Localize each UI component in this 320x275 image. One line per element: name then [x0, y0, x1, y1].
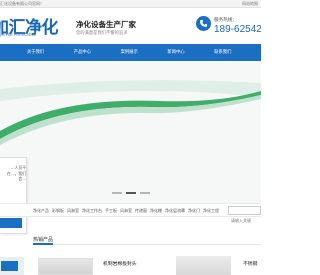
slogan-subtitle: 您的满意是我们不懈的追求 [76, 31, 128, 36]
hot-keyword[interactable]: 净化门 [188, 208, 200, 214]
hot-keyword[interactable]: 净化工作台 [82, 208, 102, 214]
hero-banner[interactable] [0, 61, 261, 203]
section-divider [33, 244, 261, 245]
hotline-number: 189-625429 [214, 24, 261, 35]
top-bar: 汇化设备有限公司官网！ 网站地图 [0, 0, 261, 8]
product-image[interactable] [38, 258, 93, 275]
search-box [228, 206, 261, 224]
hot-keyword[interactable]: 传递窗 [135, 208, 147, 214]
banner-pagination [112, 192, 150, 194]
nav-item-contact[interactable]: 联系我们 [214, 44, 261, 61]
banner-graphic [0, 80, 261, 145]
hotline-label: 服务热线： [214, 18, 237, 23]
section-title: 热销产品 [33, 237, 54, 243]
slogan-title: 净化设备生产厂家 [76, 20, 136, 29]
banner-dot-active[interactable] [126, 192, 136, 194]
nav-item-cases[interactable]: 案例展示 [121, 44, 168, 61]
hot-keyword[interactable]: 手工板 [105, 208, 117, 214]
banner-dot[interactable] [140, 192, 150, 194]
product-name[interactable]: 机制岩棉板封头 [103, 260, 137, 267]
hot-keyword[interactable]: 风淋室 [67, 208, 79, 214]
service-button[interactable] [0, 218, 22, 228]
header: 加汇净化 Jia Hui Purification 净化设备生产厂家 您的满意是… [0, 8, 261, 44]
nav-item-products[interactable]: 产品中心 [74, 44, 121, 61]
search-input[interactable] [229, 217, 260, 224]
service-message: …人员不在…，我们会… [7, 165, 26, 181]
hot-keyword[interactable]: 彩钢板 [52, 208, 64, 214]
main-nav: 关于我们 产品中心 案例展示 新闻中心 联系我们 [0, 44, 261, 61]
online-service-panel[interactable]: …人员不在…，我们会… [0, 157, 27, 234]
hot-keyword[interactable]: 净化工程 [203, 208, 219, 214]
banner-dot[interactable] [112, 192, 122, 194]
product-name[interactable]: 不锈钢 [243, 260, 257, 267]
section-divider-accent [33, 243, 53, 245]
product-image[interactable] [176, 256, 231, 275]
hot-keyword[interactable]: 净化层流罩 [165, 208, 185, 214]
hot-keyword[interactable]: 风淋室 [120, 208, 132, 214]
hot-keywords: 净化产品 彩钢板 风淋室 净化工作台 手工板 风淋室 传递窗 净化棚 净化层流罩… [33, 208, 219, 214]
hot-keyword[interactable]: 净化产品 [33, 208, 49, 214]
welcome-text: 汇化设备有限公司官网！ [0, 1, 44, 6]
hot-keywords-bar: 净化产品 彩钢板 风淋室 净化工作台 手工板 风淋室 传递窗 净化棚 净化层流罩… [0, 203, 261, 224]
sitemap-link[interactable]: 网站地图 [242, 1, 258, 7]
nav-item-about[interactable]: 关于我们 [27, 44, 74, 61]
logo-english: Jia Hui Purification [0, 32, 37, 37]
phone-icon [196, 16, 211, 31]
product-category-item[interactable] [1, 261, 18, 271]
hot-keyword[interactable]: 净化棚 [150, 208, 162, 214]
nav-item-news[interactable]: 新闻中心 [167, 44, 214, 61]
page: 汇化设备有限公司官网！ 网站地图 加汇净化 Jia Hui Purificati… [0, 0, 261, 275]
